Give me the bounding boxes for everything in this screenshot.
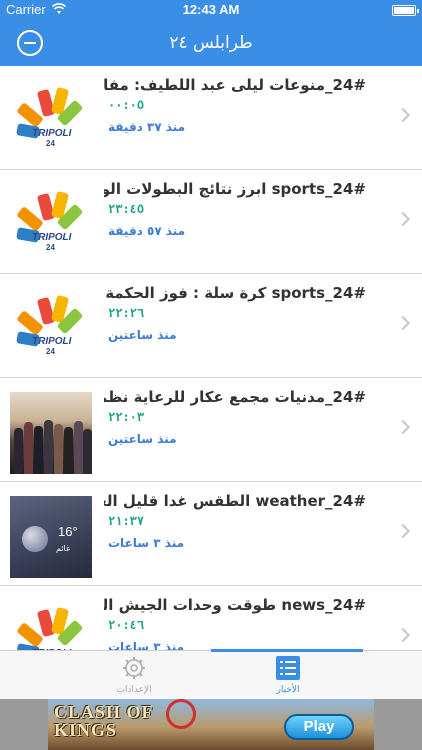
ad-banner[interactable]: CLASH OF KINGS Play xyxy=(0,699,422,750)
tab-settings-label: الإعدادات xyxy=(116,685,152,695)
tripoli24-logo: TRIPOLI 24 xyxy=(10,80,92,162)
ad-play-button[interactable]: Play xyxy=(284,714,354,740)
news-time: ٢٢:٢٦ xyxy=(108,306,145,320)
weather-temp: 16° xyxy=(58,524,78,539)
svg-text:TRIPOLI: TRIPOLI xyxy=(32,128,72,139)
tripoli24-logo-icon: TRIPOLI 24 xyxy=(16,87,83,148)
tripoli24-logo-icon: TRIPOLI 24 xyxy=(16,295,83,356)
news-time: ٢٠:٤٦ xyxy=(108,618,145,632)
news-time: ٢٣:٤٥ xyxy=(108,202,145,216)
chevron-right-icon xyxy=(395,315,411,331)
ad-game-title: CLASH OF KINGS xyxy=(54,703,154,739)
tripoli24-logo: TRIPOLI 24 xyxy=(10,288,92,370)
news-ago: منذ ساعتين xyxy=(108,432,177,446)
tripoli24-logo: TRIPOLI 24 xyxy=(10,600,92,650)
ad-scene[interactable]: CLASH OF KINGS Play xyxy=(48,699,374,750)
svg-text:24: 24 xyxy=(46,139,55,148)
svg-text:24: 24 xyxy=(46,243,55,252)
news-headline: 24#_sports ابرز نتائج البطولات الو... xyxy=(104,180,366,198)
news-time: ٢١:٣٧ xyxy=(108,514,145,528)
news-row[interactable]: 16° غائم 24#_weather الطقس غدا قليل الغي… xyxy=(0,482,422,586)
battery-icon xyxy=(392,5,419,16)
ad-game-title-line1: CLASH OF xyxy=(54,702,154,722)
ad-game-title-line2: KINGS xyxy=(54,720,118,740)
tripoli24-logo-icon: TRIPOLI 24 xyxy=(16,191,83,252)
nav-bar: طرابلس ٢٤ xyxy=(0,20,422,66)
news-time: ٠٠:٠٥ xyxy=(108,98,145,112)
chevron-right-icon xyxy=(395,107,411,123)
chevron-right-icon xyxy=(395,627,411,643)
tripoli24-logo-icon: TRIPOLI 24 xyxy=(16,607,83,650)
svg-text:TRIPOLI: TRIPOLI xyxy=(32,336,72,347)
weather-moon-icon xyxy=(22,526,48,552)
news-headline: 24#_مدنيات مجمع عكار للرعاية نظم ... xyxy=(104,388,366,406)
weather-label: غائم xyxy=(56,544,71,553)
news-ago: منذ ٥٧ دقيقة xyxy=(108,224,186,238)
tab-settings[interactable]: الإعدادات xyxy=(28,651,239,700)
tab-bar: الإعدادات الأخبار xyxy=(0,649,422,700)
tab-news-label: الأخبار xyxy=(276,685,300,695)
news-row[interactable]: TRIPOLI 24 24#_منوعات ليلى عبد اللطيف: م… xyxy=(0,66,422,170)
chevron-right-icon xyxy=(395,419,411,435)
gear-icon xyxy=(123,657,145,679)
news-row[interactable]: TRIPOLI 24 24#_sports كرة سلة : فوز الحك… xyxy=(0,274,422,378)
news-row[interactable]: TRIPOLI 24 24#_sports ابرز نتائج البطولا… xyxy=(0,170,422,274)
svg-text:TRIPOLI: TRIPOLI xyxy=(32,232,72,243)
news-row[interactable]: 24#_مدنيات مجمع عكار للرعاية نظم ... ٢٢:… xyxy=(0,378,422,482)
news-time: ٢٢:٠٣ xyxy=(108,410,145,424)
target-icon xyxy=(166,699,196,729)
news-ago: منذ ساعتين xyxy=(108,328,177,342)
status-time: 12:43 AM xyxy=(182,2,240,17)
chevron-right-icon xyxy=(395,211,411,227)
tab-news[interactable]: الأخبار xyxy=(211,649,422,700)
weather-photo: 16° غائم xyxy=(10,496,92,578)
news-list[interactable]: TRIPOLI 24 24#_منوعات ليلى عبد اللطيف: م… xyxy=(0,66,422,650)
status-bar: Carrier 12:43 AM xyxy=(0,0,422,20)
news-headline: 24#_weather الطقس غدا قليل الغيو... xyxy=(104,492,366,510)
svg-text:24: 24 xyxy=(46,347,55,356)
news-headline: 24#_news طوقت وحدات الجيش الل ... xyxy=(104,596,366,614)
group-photo xyxy=(10,392,92,474)
page-title: طرابلس ٢٤ xyxy=(169,33,253,53)
list-icon xyxy=(276,656,300,680)
news-headline: 24#_sports كرة سلة : فوز الحكمة ع... xyxy=(104,284,366,302)
news-ago: منذ ٣ ساعات xyxy=(108,640,185,650)
news-ago: منذ ٣ ساعات xyxy=(108,536,185,550)
news-row[interactable]: TRIPOLI 24 24#_news طوقت وحدات الجيش الل… xyxy=(0,586,422,650)
news-headline: 24#_منوعات ليلى عبد اللطيف: مفاج... xyxy=(104,76,366,94)
tripoli24-logo: TRIPOLI 24 xyxy=(10,184,92,266)
tab-active-indicator xyxy=(211,649,363,652)
news-ago: منذ ٣٧ دقيقة xyxy=(108,120,186,134)
chevron-right-icon xyxy=(395,523,411,539)
